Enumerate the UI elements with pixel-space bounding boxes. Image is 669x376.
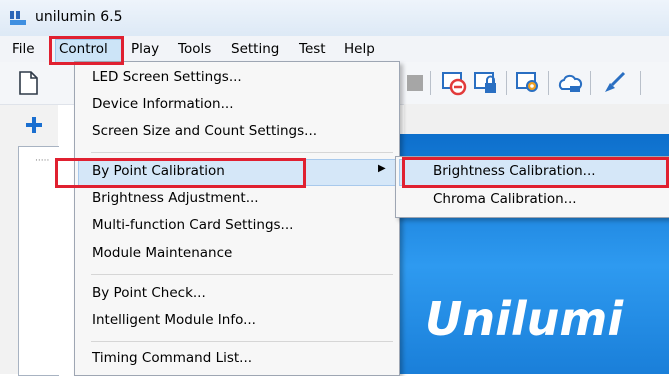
menu-test[interactable]: Test <box>299 41 326 57</box>
tree-connector: ····· <box>35 156 50 166</box>
annotation-box-brightness-calibration <box>402 157 669 188</box>
menu-file[interactable]: File <box>12 41 35 57</box>
menu-item-led-screen-settings[interactable]: LED Screen Settings... <box>92 69 242 85</box>
toolbar-separator <box>640 71 641 95</box>
toolbar-separator <box>548 71 549 95</box>
menu-item-module-maintenance[interactable]: Module Maintenance <box>92 245 232 261</box>
splash-logo-text: Unilumi <box>425 292 624 346</box>
cloud-icon[interactable] <box>556 69 584 97</box>
title-bar: unilumin 6.5 <box>0 0 669 36</box>
stop-icon[interactable] <box>402 69 430 97</box>
window-title: unilumin 6.5 <box>35 9 123 25</box>
menu-separator <box>91 274 393 275</box>
toolbar-separator <box>430 71 431 95</box>
menu-help[interactable]: Help <box>344 41 375 57</box>
lock-icon[interactable] <box>472 69 500 97</box>
toolbar-separator <box>506 71 507 95</box>
menu-item-timing-command-list[interactable]: Timing Command List... <box>92 350 252 366</box>
menu-item-screen-size-count[interactable]: Screen Size and Count Settings... <box>92 123 317 139</box>
add-icon[interactable] <box>24 115 44 135</box>
annotation-box-by-point-calibration <box>55 158 306 188</box>
menu-item-intelligent-module-info[interactable]: Intelligent Module Info... <box>92 312 256 328</box>
new-document-icon[interactable] <box>14 69 42 97</box>
main-header-strip <box>404 104 669 135</box>
menu-tools[interactable]: Tools <box>178 41 211 57</box>
device-tree[interactable] <box>18 146 59 376</box>
app-logo-icon <box>10 11 26 25</box>
menu-separator <box>91 152 393 153</box>
menu-separator <box>91 341 393 342</box>
menu-item-multi-function-card[interactable]: Multi-function Card Settings... <box>92 217 293 233</box>
menu-play[interactable]: Play <box>131 41 159 57</box>
menu-item-device-information[interactable]: Device Information... <box>92 96 233 112</box>
submenu-item-chroma-calibration[interactable]: Chroma Calibration... <box>433 191 577 207</box>
brush-icon[interactable] <box>600 69 628 97</box>
annotation-box-control <box>49 36 124 65</box>
menu-item-brightness-adjustment[interactable]: Brightness Adjustment... <box>92 190 259 206</box>
menu-setting[interactable]: Setting <box>231 41 279 57</box>
gear-icon[interactable] <box>514 69 542 97</box>
menu-item-by-point-check[interactable]: By Point Check... <box>92 285 206 301</box>
toolbar-separator <box>590 71 591 95</box>
no-entry-icon[interactable] <box>440 69 468 97</box>
submenu-arrow-icon: ▶ <box>378 163 386 174</box>
